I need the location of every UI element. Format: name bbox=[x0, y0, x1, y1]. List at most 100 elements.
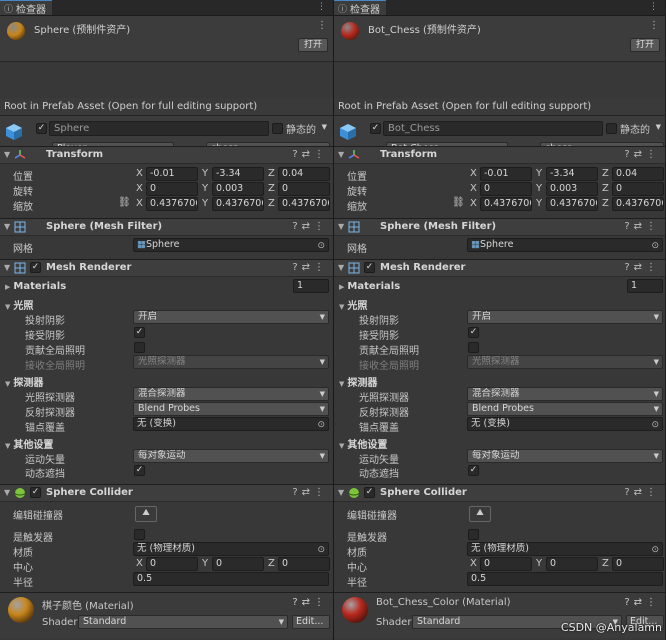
active-checkbox[interactable]: ✓ bbox=[36, 123, 47, 134]
component-enabled-checkbox[interactable]: ✓ bbox=[30, 487, 41, 498]
light-probes-dropdown[interactable]: 混合探测器 ▼ bbox=[467, 387, 663, 401]
scale-x-field[interactable]: 0.4376706 bbox=[480, 197, 532, 211]
component-tools-icon[interactable]: ?⇄⋮ bbox=[624, 149, 660, 160]
probes-section[interactable]: ▼ 探测器 bbox=[5, 374, 43, 389]
lighting-section[interactable]: ▼ 光照 bbox=[5, 297, 33, 312]
position-x-field[interactable]: -0.01 bbox=[146, 167, 198, 181]
gameobject-name-field[interactable]: Bot_Chess bbox=[383, 121, 603, 136]
object-picker-icon[interactable]: ⊙ bbox=[651, 240, 659, 251]
shader-edit-button[interactable]: Edit... bbox=[292, 615, 330, 629]
radius-field[interactable]: 0.5 bbox=[133, 572, 329, 586]
more-options-icon[interactable]: ⋮ bbox=[317, 20, 327, 31]
tab-inspector[interactable]: ⓘ 检查器 bbox=[334, 0, 387, 16]
fold-arrow-icon[interactable]: ▼ bbox=[4, 222, 10, 231]
gameobject-name-field[interactable]: Sphere bbox=[49, 121, 269, 136]
center-y-field[interactable]: 0 bbox=[212, 557, 264, 571]
object-picker-icon[interactable]: ⊙ bbox=[317, 419, 325, 430]
radius-field[interactable]: 0.5 bbox=[467, 572, 663, 586]
rotation-x-field[interactable]: 0 bbox=[480, 182, 532, 196]
mesh-renderer-header[interactable]: ▼ ✓ Mesh Renderer ?⇄⋮ bbox=[0, 259, 333, 277]
cast-shadows-dropdown[interactable]: 开启 ▼ bbox=[133, 310, 329, 324]
contribute-gi-checkbox[interactable] bbox=[468, 342, 479, 353]
mesh-renderer-header[interactable]: ▼ ✓ Mesh Renderer ?⇄⋮ bbox=[334, 259, 665, 277]
static-checkbox[interactable] bbox=[272, 123, 283, 134]
position-z-field[interactable]: 0.04 bbox=[612, 167, 664, 181]
reflection-probes-dropdown[interactable]: Blend Probes ▼ bbox=[467, 402, 663, 416]
is-trigger-checkbox[interactable] bbox=[468, 529, 479, 540]
constrain-proportions-icon[interactable]: ⛓ bbox=[118, 197, 131, 208]
position-y-field[interactable]: -3.34 bbox=[546, 167, 598, 181]
transform-header[interactable]: ▼ Transform ?⇄⋮ bbox=[0, 146, 333, 164]
receive-shadows-checkbox[interactable]: ✓ bbox=[468, 327, 479, 338]
position-y-field[interactable]: -3.34 bbox=[212, 167, 264, 181]
center-z-field[interactable]: 0 bbox=[612, 557, 664, 571]
fold-arrow-icon[interactable]: ▼ bbox=[338, 222, 344, 231]
tab-window-controls[interactable]: ⋮ bbox=[649, 2, 661, 12]
materials-count-field[interactable]: 1 bbox=[293, 279, 329, 293]
rotation-z-field[interactable]: 0 bbox=[612, 182, 664, 196]
component-enabled-checkbox[interactable]: ✓ bbox=[364, 262, 375, 273]
edit-collider-button[interactable]: ⛰ bbox=[469, 506, 491, 522]
motion-vectors-dropdown[interactable]: 每对象运动 ▼ bbox=[133, 449, 329, 463]
scale-z-field[interactable]: 0.4376706 bbox=[612, 197, 664, 211]
fold-arrow-icon[interactable]: ▼ bbox=[338, 150, 344, 159]
component-tools-icon[interactable]: ?⇄⋮ bbox=[624, 597, 660, 608]
object-picker-icon[interactable]: ⊙ bbox=[317, 240, 325, 251]
anchor-override-field[interactable]: 无 (变换) ⊙ bbox=[133, 417, 329, 431]
mesh-filter-header[interactable]: ▼ Sphere (Mesh Filter) ?⇄⋮ bbox=[334, 218, 665, 236]
materials-count-field[interactable]: 1 bbox=[627, 279, 663, 293]
fold-arrow-icon[interactable]: ▼ bbox=[338, 488, 344, 497]
fold-arrow-icon[interactable]: ▼ bbox=[4, 150, 10, 159]
rotation-x-field[interactable]: 0 bbox=[146, 182, 198, 196]
component-tools-icon[interactable]: ?⇄⋮ bbox=[292, 149, 328, 160]
component-tools-icon[interactable]: ?⇄⋮ bbox=[292, 221, 328, 232]
fold-arrow-icon[interactable]: ▼ bbox=[4, 488, 10, 497]
anchor-override-field[interactable]: 无 (变换) ⊙ bbox=[467, 417, 663, 431]
center-y-field[interactable]: 0 bbox=[546, 557, 598, 571]
materials-foldout[interactable]: ▶ Materials bbox=[5, 281, 66, 292]
dynamic-occlusion-checkbox[interactable]: ✓ bbox=[468, 465, 479, 476]
component-tools-icon[interactable]: ?⇄⋮ bbox=[624, 262, 660, 273]
rotation-y-field[interactable]: 0.003 bbox=[212, 182, 264, 196]
mesh-filter-header[interactable]: ▼ Sphere (Mesh Filter) ?⇄⋮ bbox=[0, 218, 333, 236]
center-x-field[interactable]: 0 bbox=[480, 557, 532, 571]
cast-shadows-dropdown[interactable]: 开启 ▼ bbox=[467, 310, 663, 324]
position-z-field[interactable]: 0.04 bbox=[278, 167, 330, 181]
tab-inspector[interactable]: ⓘ 检查器 bbox=[0, 0, 53, 16]
center-x-field[interactable]: 0 bbox=[146, 557, 198, 571]
more-options-icon[interactable]: ⋮ bbox=[649, 20, 659, 31]
fold-arrow-icon[interactable]: ▼ bbox=[338, 263, 344, 272]
other-settings-section[interactable]: ▼ 其他设置 bbox=[339, 436, 387, 451]
rotation-y-field[interactable]: 0.003 bbox=[546, 182, 598, 196]
contribute-gi-checkbox[interactable] bbox=[134, 342, 145, 353]
open-prefab-button[interactable]: 打开 bbox=[629, 38, 660, 52]
scale-x-field[interactable]: 0.4376706 bbox=[146, 197, 198, 211]
reflection-probes-dropdown[interactable]: Blend Probes ▼ bbox=[133, 402, 329, 416]
scale-y-field[interactable]: 0.4376706 bbox=[212, 197, 264, 211]
other-settings-section[interactable]: ▼ 其他设置 bbox=[5, 436, 53, 451]
scale-z-field[interactable]: 0.4376706 bbox=[278, 197, 330, 211]
object-picker-icon[interactable]: ⊙ bbox=[651, 419, 659, 430]
materials-foldout[interactable]: ▶ Materials bbox=[339, 281, 400, 292]
transform-header[interactable]: ▼ Transform ?⇄⋮ bbox=[334, 146, 665, 164]
mesh-object-field[interactable]: ▦Sphere ⊙ bbox=[133, 238, 329, 252]
component-tools-icon[interactable]: ?⇄⋮ bbox=[292, 487, 328, 498]
component-tools-icon[interactable]: ?⇄⋮ bbox=[624, 221, 660, 232]
active-checkbox[interactable]: ✓ bbox=[370, 123, 381, 134]
shader-dropdown[interactable]: Standard ▼ bbox=[78, 615, 288, 629]
mesh-object-field[interactable]: ▦Sphere ⊙ bbox=[467, 238, 663, 252]
light-probes-dropdown[interactable]: 混合探测器 ▼ bbox=[133, 387, 329, 401]
physic-material-field[interactable]: 无 (物理材质) ⊙ bbox=[467, 542, 663, 556]
static-dropdown[interactable]: ▼ bbox=[652, 121, 664, 135]
dynamic-occlusion-checkbox[interactable]: ✓ bbox=[134, 465, 145, 476]
static-dropdown[interactable]: ▼ bbox=[318, 121, 330, 135]
component-enabled-checkbox[interactable]: ✓ bbox=[364, 487, 375, 498]
is-trigger-checkbox[interactable] bbox=[134, 529, 145, 540]
sphere-collider-header[interactable]: ▼ ✓ Sphere Collider ?⇄⋮ bbox=[0, 484, 333, 502]
physic-material-field[interactable]: 无 (物理材质) ⊙ bbox=[133, 542, 329, 556]
sphere-collider-header[interactable]: ▼ ✓ Sphere Collider ?⇄⋮ bbox=[334, 484, 665, 502]
fold-arrow-icon[interactable]: ▼ bbox=[4, 263, 10, 272]
tab-window-controls[interactable]: ⋮ bbox=[317, 2, 329, 12]
component-tools-icon[interactable]: ?⇄⋮ bbox=[292, 262, 328, 273]
scale-y-field[interactable]: 0.4376706 bbox=[546, 197, 598, 211]
